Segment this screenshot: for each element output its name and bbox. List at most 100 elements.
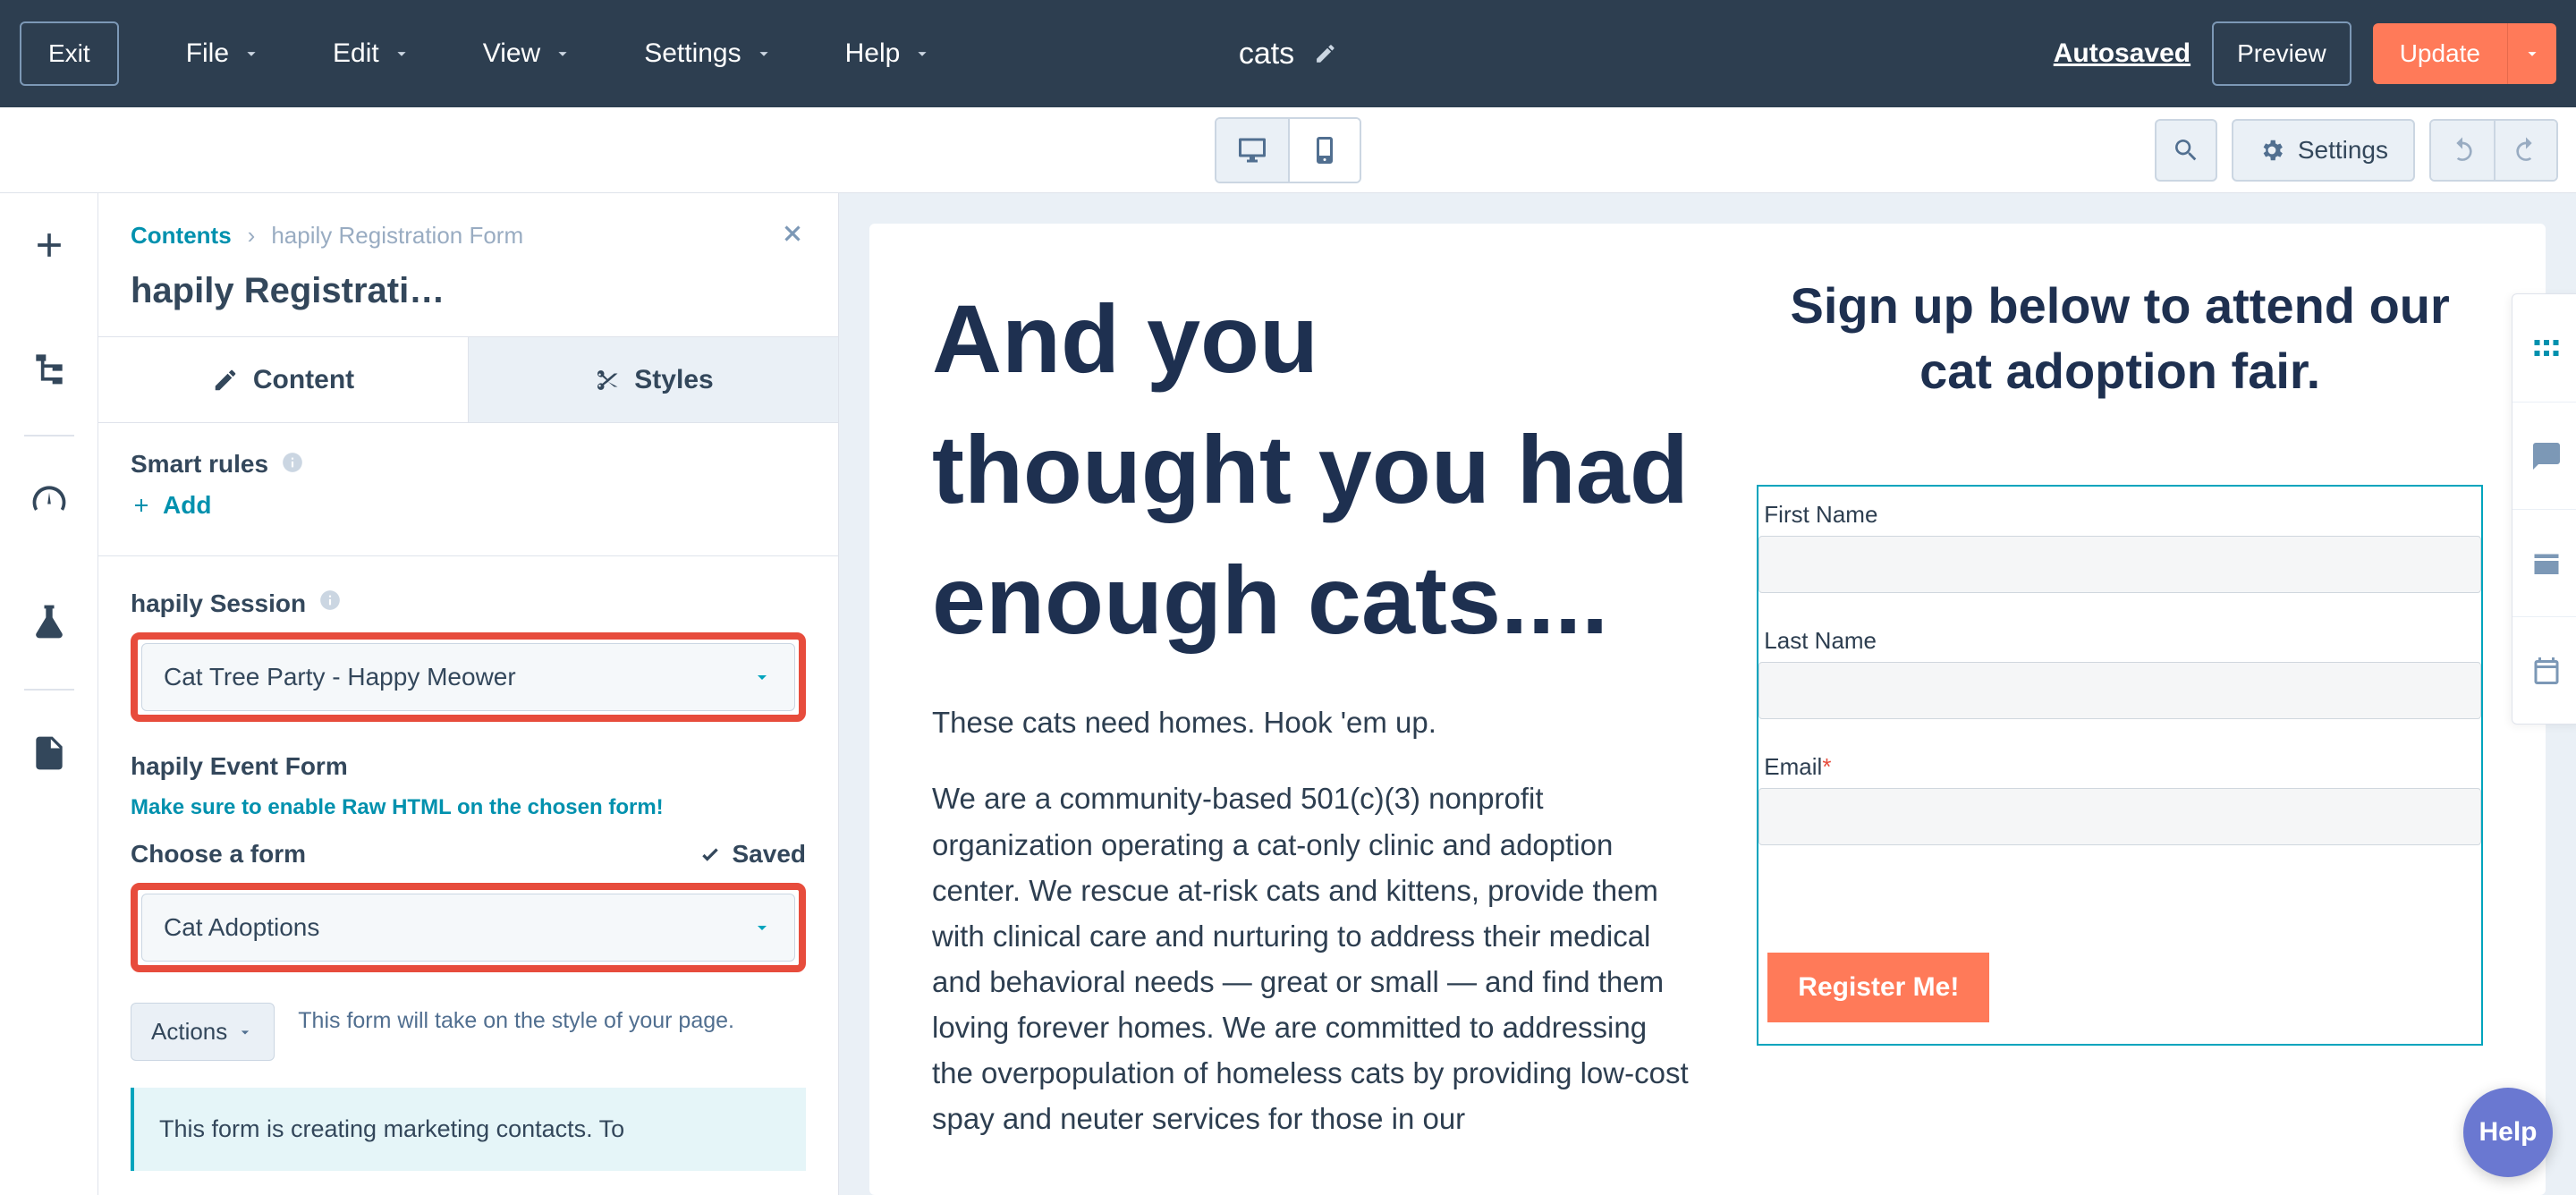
- session-select-highlight: Cat Tree Party - Happy Meower: [131, 632, 806, 722]
- redo-button[interactable]: [2494, 121, 2556, 180]
- tree-icon: [30, 348, 69, 387]
- grid-icon: [2530, 332, 2563, 364]
- session-label: hapily Session: [131, 589, 806, 618]
- chevron-down-icon: [392, 44, 411, 64]
- redo-icon: [2512, 136, 2540, 165]
- panel-body: Smart rules Add hapily Session Cat Tree …: [98, 423, 838, 1171]
- menu-group: File Edit View Settings Help: [186, 38, 933, 69]
- help-bubble[interactable]: Help: [2463, 1088, 2553, 1177]
- form-column: Sign up below to attend our cat adoption…: [1757, 274, 2483, 1195]
- chevron-down-icon: [242, 44, 261, 64]
- menu-help[interactable]: Help: [845, 38, 933, 69]
- device-desktop[interactable]: [1216, 119, 1288, 182]
- rail-test[interactable]: [30, 602, 69, 646]
- device-mobile[interactable]: [1288, 119, 1360, 182]
- rail-performance[interactable]: [30, 479, 69, 523]
- right-rail: [2512, 293, 2576, 725]
- session-select[interactable]: Cat Tree Party - Happy Meower: [141, 643, 795, 711]
- pencil-icon: [212, 367, 239, 394]
- tabs: Content Styles: [98, 336, 838, 423]
- email-input[interactable]: [1758, 788, 2481, 845]
- email-label: Email*: [1758, 739, 2481, 788]
- rr-layers[interactable]: [2512, 509, 2576, 616]
- add-smart-rule[interactable]: Add: [131, 491, 806, 520]
- event-form-label: hapily Event Form: [131, 752, 806, 781]
- form-box[interactable]: First Name Last Name Email* Register Me!: [1757, 485, 2483, 1046]
- last-name-input[interactable]: [1758, 662, 2481, 719]
- menu-edit[interactable]: Edit: [333, 38, 411, 69]
- update-button[interactable]: Update: [2373, 23, 2507, 84]
- info-icon[interactable]: [318, 589, 342, 618]
- rail-divider: [24, 435, 74, 436]
- breadcrumb-current: hapily Registration Form: [271, 222, 523, 250]
- page-title-group: cats: [1239, 37, 1337, 72]
- settings-button[interactable]: Settings: [2232, 119, 2415, 182]
- smart-rules-row: Smart rules: [131, 450, 806, 479]
- close-panel[interactable]: [779, 220, 806, 251]
- info-banner: This form is creating marketing contacts…: [131, 1088, 806, 1171]
- rail-file[interactable]: [30, 733, 69, 777]
- register-button[interactable]: Register Me!: [1767, 953, 1989, 1022]
- topbar-right: Autosaved Preview Update: [2054, 21, 2556, 86]
- form-style-note: This form will take on the style of your…: [298, 1003, 806, 1038]
- tab-styles[interactable]: Styles: [468, 336, 838, 422]
- topbar: Exit File Edit View Settings Help cats A…: [0, 0, 2576, 107]
- file-icon: [30, 733, 69, 773]
- calendar-icon: [2530, 655, 2563, 687]
- exit-button[interactable]: Exit: [20, 21, 119, 86]
- content-column: And you thought you had enough cats.... …: [932, 274, 1694, 1195]
- actions-button[interactable]: Actions: [131, 1003, 275, 1061]
- settings-label: Settings: [2298, 136, 2388, 165]
- signup-heading: Sign up below to attend our cat adoption…: [1757, 274, 2483, 404]
- required-mark: *: [1822, 753, 1831, 780]
- tab-label: Content: [253, 365, 354, 395]
- update-group: Update: [2373, 23, 2556, 84]
- chat-icon: [2530, 440, 2563, 472]
- rr-comments[interactable]: [2512, 402, 2576, 509]
- undo-group: [2429, 119, 2558, 182]
- rail-tree[interactable]: [30, 348, 69, 392]
- chevron-down-icon: [754, 44, 774, 64]
- side-panel: Contents › hapily Registration Form hapi…: [98, 193, 839, 1195]
- choose-form-label: Choose a form: [131, 840, 306, 869]
- flask-icon: [30, 602, 69, 641]
- menu-label: File: [186, 38, 229, 69]
- breadcrumb-root[interactable]: Contents: [131, 222, 232, 250]
- breadcrumb-row: Contents › hapily Registration Form: [98, 193, 838, 251]
- tab-label: Styles: [634, 365, 713, 395]
- chevron-down-icon: [751, 917, 773, 938]
- update-dropdown[interactable]: [2507, 23, 2556, 84]
- menu-settings[interactable]: Settings: [644, 38, 773, 69]
- info-icon[interactable]: [281, 451, 304, 479]
- undo-button[interactable]: [2431, 121, 2494, 180]
- rail-add[interactable]: [30, 225, 69, 269]
- undo-icon: [2448, 136, 2477, 165]
- form-select[interactable]: Cat Adoptions: [141, 894, 795, 962]
- breadcrumb: Contents › hapily Registration Form: [131, 222, 523, 250]
- autosaved-link[interactable]: Autosaved: [2054, 38, 2190, 69]
- preview-button[interactable]: Preview: [2212, 21, 2351, 86]
- tab-content[interactable]: Content: [98, 336, 468, 422]
- last-name-label: Last Name: [1758, 613, 2481, 662]
- hero-heading: And you thought you had enough cats....: [932, 274, 1694, 665]
- close-icon: [779, 220, 806, 247]
- add-label: Add: [163, 491, 211, 520]
- device-toggle: [1215, 117, 1361, 183]
- pencil-icon[interactable]: [1314, 42, 1337, 65]
- left-rail: [0, 193, 98, 1195]
- search-button[interactable]: [2155, 119, 2217, 182]
- gear-icon: [2258, 137, 2285, 164]
- menu-label: View: [483, 38, 540, 69]
- chevron-down-icon: [553, 44, 572, 64]
- page-title: cats: [1239, 37, 1294, 72]
- mobile-icon: [1309, 134, 1341, 166]
- event-form-help: Make sure to enable Raw HTML on the chos…: [131, 795, 806, 820]
- menu-file[interactable]: File: [186, 38, 261, 69]
- first-name-input[interactable]: [1758, 536, 2481, 593]
- menu-view[interactable]: View: [483, 38, 572, 69]
- form-select-highlight: Cat Adoptions: [131, 883, 806, 972]
- rail-divider: [24, 689, 74, 691]
- actions-row: Actions This form will take on the style…: [131, 1003, 806, 1061]
- rr-modules[interactable]: [2512, 294, 2576, 402]
- rr-schedule[interactable]: [2512, 616, 2576, 724]
